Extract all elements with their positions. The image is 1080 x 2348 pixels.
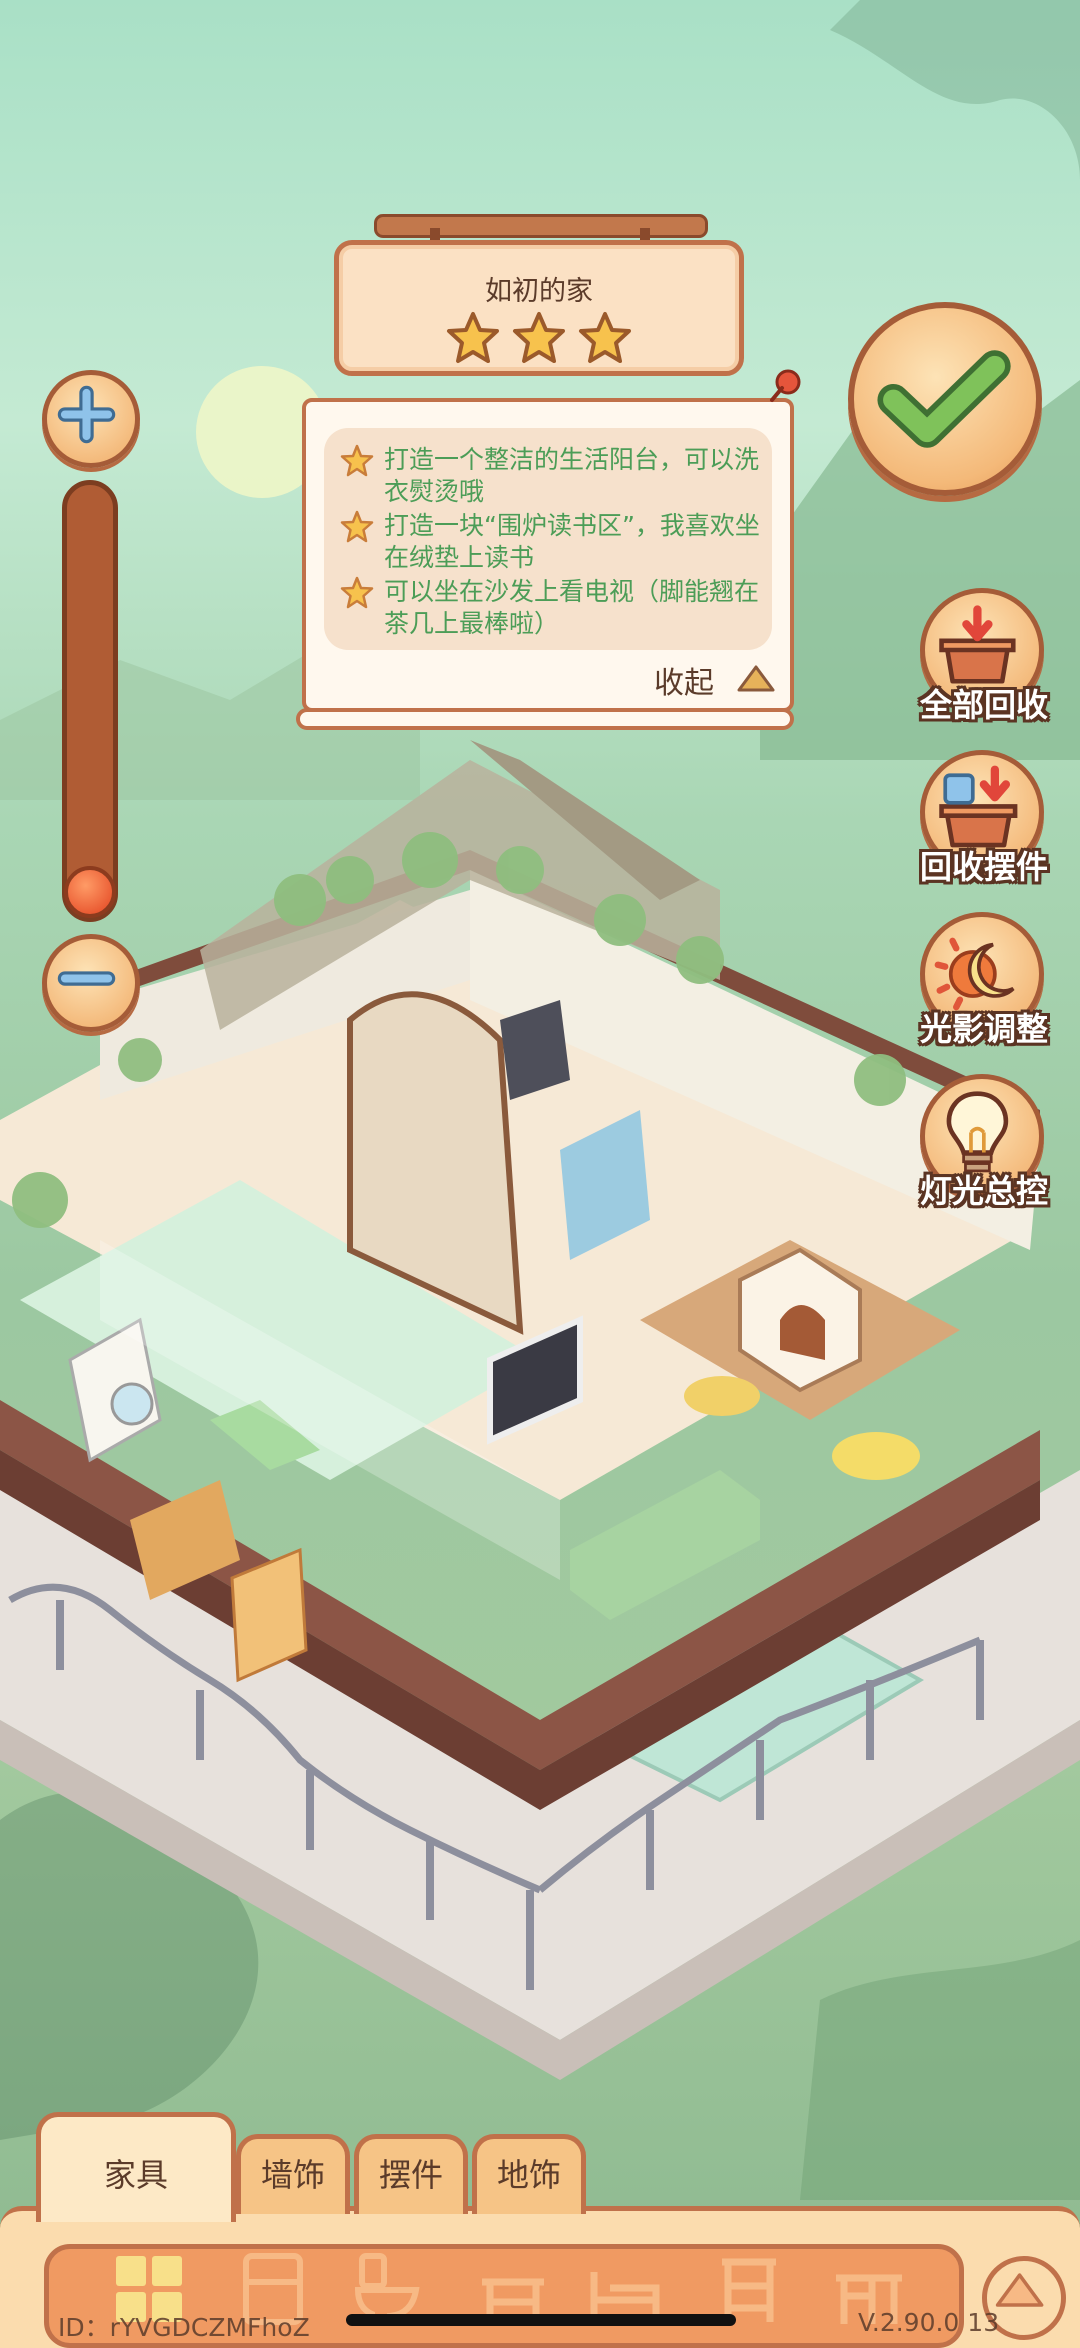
task-item: 可以坐在沙发上看电视（脚能翘在茶几上最棒啦） [340,576,764,640]
plus-icon [57,385,116,444]
tool-label: 全部回收 [919,686,1048,724]
note-scroll-bottom [296,708,794,730]
zoom-out-button[interactable] [42,934,140,1032]
task-text: 打造一块“围炉读书区”，我喜欢坐在绒垫上读书 [384,511,760,572]
minus-icon [57,971,116,986]
home-name: 如初的家 [485,276,593,307]
pushpin-icon [770,369,801,402]
tab-furniture[interactable]: 家具 [36,2112,236,2222]
tool-label: 灯光总控 [919,1172,1048,1210]
confirm-button[interactable] [848,302,1042,496]
task-list: 打造一个整洁的生活阳台，可以洗衣熨烫哦 打造一块“围炉读书区”，我喜欢坐在绒垫上… [324,428,772,650]
star-icon [447,312,499,363]
tool-label: 回收摆件 [919,848,1048,886]
zoom-in-button[interactable] [42,370,140,468]
task-note-panel: 打造一个整洁的生活阳台，可以洗衣熨烫哦 打造一块“围炉读书区”，我喜欢坐在绒垫上… [302,398,794,712]
home-name-sign: 如初的家 [334,240,744,376]
sign-hanger-rod [374,214,708,238]
task-text: 可以坐在沙发上看电视（脚能翘在茶几上最棒啦） [384,577,760,638]
star-icon [513,312,565,363]
tool-label: 光影调整 [919,1010,1048,1048]
triangle-up-icon[interactable] [736,664,776,694]
task-text: 打造一个整洁的生活阳台，可以洗衣熨烫哦 [384,445,760,506]
task-item: 打造一块“围炉读书区”，我喜欢坐在绒垫上读书 [340,510,764,574]
zoom-slider-knob[interactable] [64,866,116,918]
checkmark-icon [877,350,1011,448]
player-id: ID：rYVGDCZMFhoZ [58,2313,310,2342]
task-item: 打造一个整洁的生活阳台，可以洗衣熨烫哦 [340,444,764,508]
tab-wall-decor[interactable]: 墙饰 [236,2134,350,2214]
zoom-slider-track[interactable] [62,480,118,922]
home-indicator[interactable] [346,2314,736,2326]
collapse-button[interactable]: 收起 [654,658,714,702]
star-icon [340,510,374,543]
star-icon [579,312,631,363]
recycle-all-button[interactable]: 全部回收 [904,588,1064,746]
light-control-button[interactable]: 灯光总控 [904,1074,1064,1232]
star-icon [340,444,374,477]
star-icon [340,576,374,609]
recycle-ornaments-button[interactable]: 回收摆件 [904,750,1064,908]
version-label: V.2.90.0 13 [858,2308,1000,2337]
tab-floor-decor[interactable]: 地饰 [472,2134,586,2214]
star-rating [339,311,739,365]
lighting-shadow-button[interactable]: 光影调整 [904,912,1064,1070]
tab-ornaments[interactable]: 摆件 [354,2134,468,2214]
